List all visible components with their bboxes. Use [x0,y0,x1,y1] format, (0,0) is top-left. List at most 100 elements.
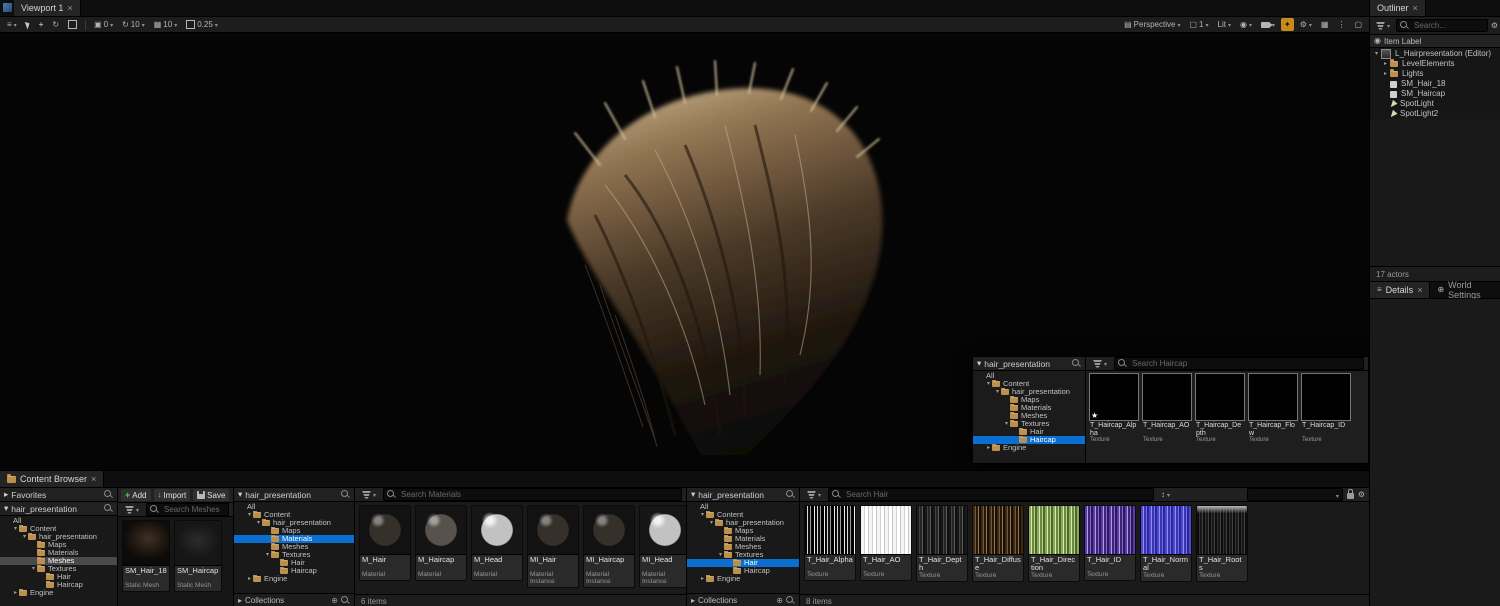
outliner-row[interactable]: L_Hairpresentation (Editor) [1370,49,1500,59]
outliner-empty-area[interactable] [1370,119,1500,266]
outliner-row[interactable]: SpotLight2 [1370,109,1500,119]
rotate-tool-button[interactable] [49,18,62,31]
add-collection-icon[interactable] [776,597,783,605]
asset-tile[interactable]: T_Hair_Normal Texture [1140,505,1192,582]
asset-tile[interactable]: M_Haircap Material [415,505,467,581]
asset-tile[interactable]: T_Haircap_ID Texture [1301,373,1351,443]
more-options-button[interactable] [1334,18,1348,31]
tree-item[interactable]: Textures [234,551,354,559]
sidebar-path-header[interactable]: hair_presentation [0,502,117,516]
asset-tile[interactable]: T_Haircap_Flow Texture [1248,373,1298,443]
expand-arrow-icon[interactable] [255,519,262,527]
asset-tile[interactable]: M_Hair Material [359,505,411,581]
expand-arrow-icon[interactable] [717,551,724,559]
collections-bar[interactable]: Collections [687,593,799,606]
expand-arrow-icon[interactable] [12,589,19,597]
scale-snap-button[interactable]: 0.25 [183,18,221,31]
tree-item[interactable]: Materials [234,535,354,543]
tree-item[interactable]: Textures [687,551,799,559]
collections-bar[interactable]: Collections [234,593,354,606]
expand-arrow-icon[interactable] [699,575,706,583]
asset-tile[interactable]: T_Haircap_AO Texture [1142,373,1192,443]
tree-item[interactable]: Textures [973,420,1085,428]
tree-item[interactable]: All [687,503,799,511]
add-collection-icon[interactable] [331,597,338,605]
tree-item[interactable]: Engine [973,444,1085,452]
layout-button[interactable] [1318,18,1332,31]
tree-item[interactable]: All [973,372,1085,380]
expand-arrow-icon[interactable] [985,444,992,452]
asset-tile[interactable]: MI_Head Material Instance [639,505,686,588]
save-button[interactable]: Save [193,489,230,501]
expand-arrow-icon[interactable] [994,388,1001,396]
tree-item[interactable]: hair_presentation [0,533,117,541]
close-icon[interactable] [67,3,72,13]
tree-item[interactable]: Hair [0,573,117,581]
settings-gear-icon[interactable] [1358,491,1365,499]
tree-item[interactable]: Engine [687,575,799,583]
lock-icon[interactable] [1346,489,1354,499]
expand-arrow-icon[interactable] [30,565,37,573]
asset-tile[interactable]: MI_Haircap Material Instance [583,505,635,588]
tree-item[interactable]: Hair [234,559,354,567]
outliner-column-header[interactable]: Item Label [1370,34,1500,48]
tab-outliner[interactable]: Outliner [1370,0,1426,16]
tree-item[interactable]: Maps [973,396,1085,404]
asset-tile[interactable]: T_Hair_Depth Texture [916,505,968,582]
search-icon[interactable] [104,490,113,499]
materials-search[interactable] [383,488,682,501]
viewport-settings-button[interactable] [1297,18,1315,31]
camera-options-dropdown[interactable] [1258,18,1278,31]
expand-arrow-icon[interactable] [1373,49,1380,59]
lit-mode-dropdown[interactable]: Lit [1215,18,1234,31]
tree-item[interactable]: Content [234,511,354,519]
expand-arrow-icon[interactable] [21,533,28,541]
expand-arrow-icon[interactable] [699,511,706,519]
tree-item[interactable]: Meshes [973,412,1085,420]
tree-item[interactable]: Haircap [973,436,1085,444]
tree-item[interactable]: Content [687,511,799,519]
search-icon[interactable] [341,490,350,499]
expand-arrow-icon[interactable] [246,575,253,583]
tree-item[interactable]: Hair [973,428,1085,436]
expand-arrow-icon[interactable] [246,511,253,519]
search-input[interactable] [1130,358,1360,369]
expand-arrow-icon[interactable] [985,380,992,388]
search-icon[interactable] [104,504,113,513]
outliner-row[interactable]: Lights [1370,69,1500,79]
tree-item[interactable]: All [0,517,117,525]
filter-button[interactable] [122,503,142,516]
hair-search[interactable] [828,488,1155,501]
asset-tile[interactable]: T_Haircap_Alpha Texture [1089,373,1139,443]
meshes-search-input[interactable] [162,504,225,515]
move-tool-button[interactable] [36,18,47,31]
asset-search[interactable] [1114,357,1364,370]
perspective-dropdown[interactable]: Perspective [1121,18,1183,31]
asset-tile[interactable]: SM_Hair_18 Static Mesh [122,520,170,592]
tree-item[interactable]: Materials [973,404,1085,412]
select-tool-button[interactable] [23,18,33,31]
add-button[interactable]: + Add [121,489,151,501]
viewport-canvas[interactable]: hair_presentation All [0,33,1369,470]
asset-tile[interactable]: T_Hair_Diffuse Texture [972,505,1024,582]
close-icon[interactable] [1417,285,1422,295]
materials-search-input[interactable] [399,489,678,500]
expand-arrow-icon[interactable] [1382,59,1389,69]
expand-arrow-icon[interactable] [1003,420,1010,428]
maximize-viewport-button[interactable] [1351,18,1365,31]
tree-item[interactable]: Textures [0,565,117,573]
asset-tile[interactable]: T_Haircap_Depth Texture [1195,373,1245,443]
close-icon[interactable] [1413,3,1418,13]
filter-button[interactable] [804,488,824,501]
outliner-row[interactable]: SM_Haircap [1370,89,1500,99]
search-icon[interactable] [341,596,350,605]
asset-tile[interactable]: T_Hair_Roots Texture [1196,505,1248,582]
tab-viewport-1[interactable]: Viewport 1 [14,0,81,16]
expand-arrow-icon[interactable] [708,519,715,527]
tree-item[interactable]: Meshes [687,543,799,551]
outliner-filter-button[interactable] [1373,19,1393,32]
show-flags-dropdown[interactable] [1237,18,1255,31]
grid-snap-button[interactable]: 10 [151,18,180,31]
tree-item[interactable]: Content [973,380,1085,388]
outliner-settings-icon[interactable] [1491,22,1498,30]
